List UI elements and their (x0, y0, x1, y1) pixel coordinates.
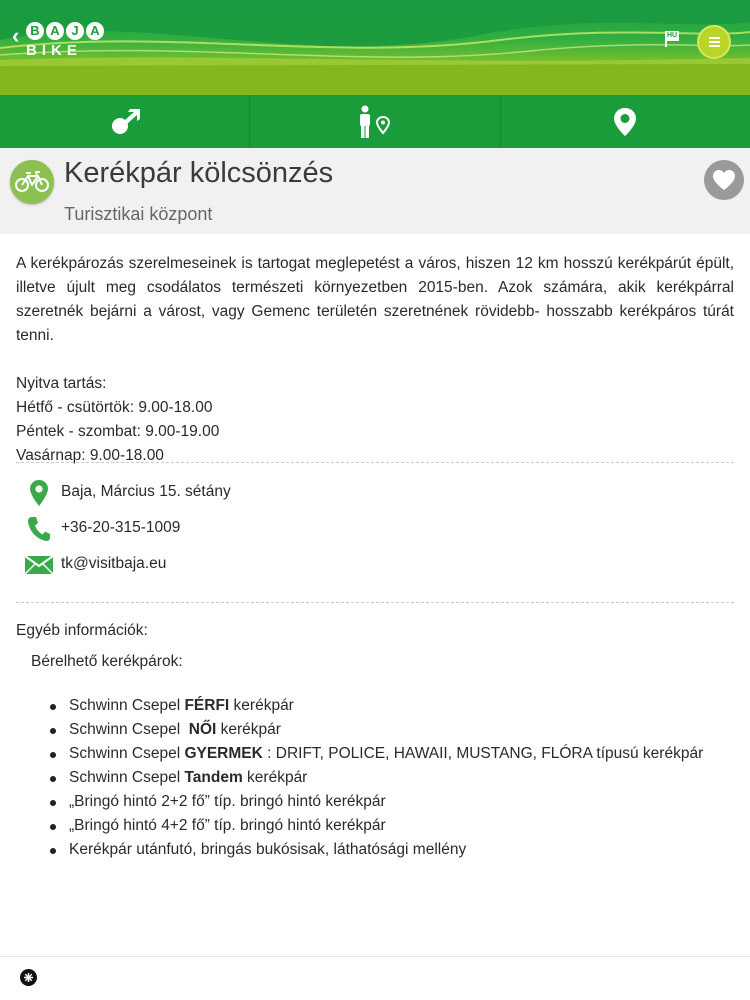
poi-description-section: A kerékpározás szerelmeseinek is tartoga… (16, 252, 734, 468)
phone-row[interactable]: +36-20-315-1009 (24, 514, 424, 544)
list-item: Kerékpár utánfutó, bringás bukósisak, lá… (50, 838, 703, 862)
language-code: HU (666, 32, 678, 39)
heart-icon (713, 170, 735, 190)
list-item: Schwinn Csepel GYERMEK : DRIFT, POLICE, … (50, 742, 703, 766)
favorite-button[interactable] (704, 160, 744, 200)
tab-nearby[interactable] (250, 95, 501, 148)
divider (16, 462, 734, 463)
logo-letter: A (46, 22, 64, 40)
email-row[interactable]: tk@visitbaja.eu (24, 550, 424, 580)
other-info-title: Egyéb információk: (16, 622, 148, 639)
language-flag-button[interactable]: HU (664, 31, 680, 47)
page-title: Kerékpár kölcsönzés (64, 157, 334, 189)
poi-description: A kerékpározás szerelmeseinek is tartoga… (16, 255, 734, 344)
envelope-icon (24, 550, 54, 580)
poi-title-bar: Kerékpár kölcsönzés Turisztikai központ (0, 148, 750, 234)
baja-bike-logo[interactable]: ‹ B A J A BIKE (12, 20, 104, 62)
arrow-direction-icon (111, 108, 140, 134)
opening-hours-title: Nyitva tartás: (16, 375, 107, 392)
bicycle-icon (10, 160, 54, 204)
list-item: Schwinn Csepel Tandem kerékpár (50, 766, 703, 790)
footer-logo-icon[interactable] (20, 969, 37, 986)
list-item: „Bringó hintó 4+2 fő” típ. bringó hintó … (50, 814, 703, 838)
map-pin-icon (614, 107, 637, 136)
list-item: Schwinn Csepel NŐI kerékpár (50, 718, 703, 742)
phone-text: +36-20-315-1009 (61, 519, 181, 536)
menu-line (709, 37, 720, 39)
logo-subtext: BIKE (26, 42, 82, 59)
address-row[interactable]: Baja, Március 15. sétány (24, 478, 424, 508)
nav-tab-bar (0, 95, 750, 148)
tab-directions[interactable] (0, 95, 251, 148)
flag-icon: HU (665, 31, 679, 41)
header-wave-decoration (0, 0, 750, 95)
logo-letter: J (66, 22, 84, 40)
logo-letter: B (26, 22, 44, 40)
tab-map[interactable] (501, 95, 750, 148)
footer-divider (0, 956, 750, 957)
opening-hours: Nyitva tartás: Hétfő - csütörtök: 9.00-1… (16, 372, 734, 468)
email-text: tk@visitbaja.eu (61, 555, 167, 572)
phone-icon (24, 514, 54, 544)
back-chevron-icon[interactable]: ‹ (12, 25, 19, 47)
location-pin-icon (24, 478, 54, 508)
poi-category: Turisztikai központ (64, 204, 213, 224)
rentable-bikes-list: Schwinn Csepel FÉRFI kerékpár Schwinn Cs… (50, 694, 703, 862)
list-item: Schwinn Csepel FÉRFI kerékpár (50, 694, 703, 718)
flag-pole (665, 31, 667, 47)
rentable-bikes-title: Bérelhető kerékpárok: (31, 653, 183, 670)
opening-hours-row: Hétfő - csütörtök: 9.00-18.00 (16, 399, 213, 416)
logo-letter: A (86, 22, 104, 40)
person-pin-icon (359, 105, 390, 138)
menu-line (709, 41, 720, 43)
menu-line (709, 45, 720, 47)
hamburger-menu-button[interactable] (697, 25, 731, 59)
opening-hours-row: Vasárnap: 9.00-18.00 (16, 447, 164, 464)
opening-hours-row: Péntek - szombat: 9.00-19.00 (16, 423, 220, 440)
list-item: „Bringó hintó 2+2 fő” típ. bringó hintó … (50, 790, 703, 814)
divider (16, 602, 734, 603)
address-text: Baja, Március 15. sétány (61, 483, 231, 500)
app-header: ‹ B A J A BIKE HU (0, 0, 750, 95)
